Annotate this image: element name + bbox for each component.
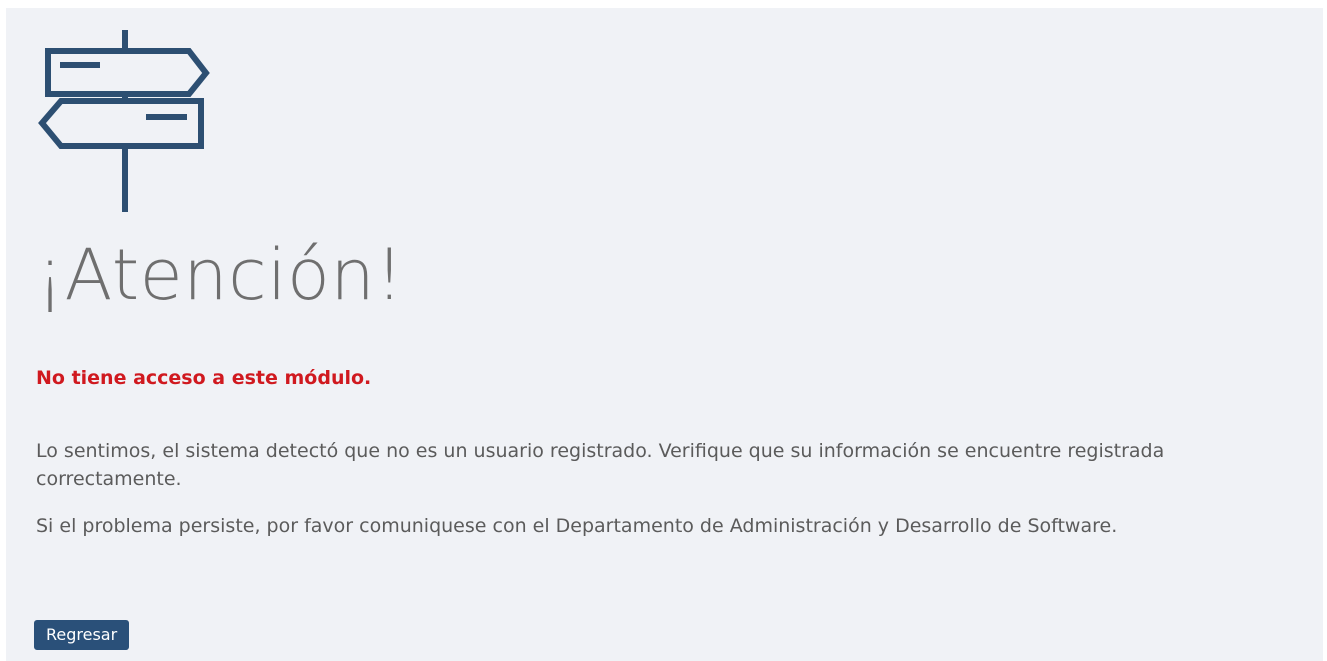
access-denied-panel: ¡Atención! No tiene acceso a este módulo… <box>6 8 1323 661</box>
info-paragraph-unregistered: Lo sentimos, el sistema detectó que no e… <box>36 440 1165 490</box>
back-button[interactable]: Regresar <box>34 620 130 650</box>
error-message: No tiene acceso a este módulo. <box>36 367 372 389</box>
page-title: ¡Atención! <box>36 234 404 316</box>
info-paragraph-contact: Si el problema persiste, por favor comun… <box>36 515 1118 537</box>
signpost-icon <box>38 30 210 212</box>
